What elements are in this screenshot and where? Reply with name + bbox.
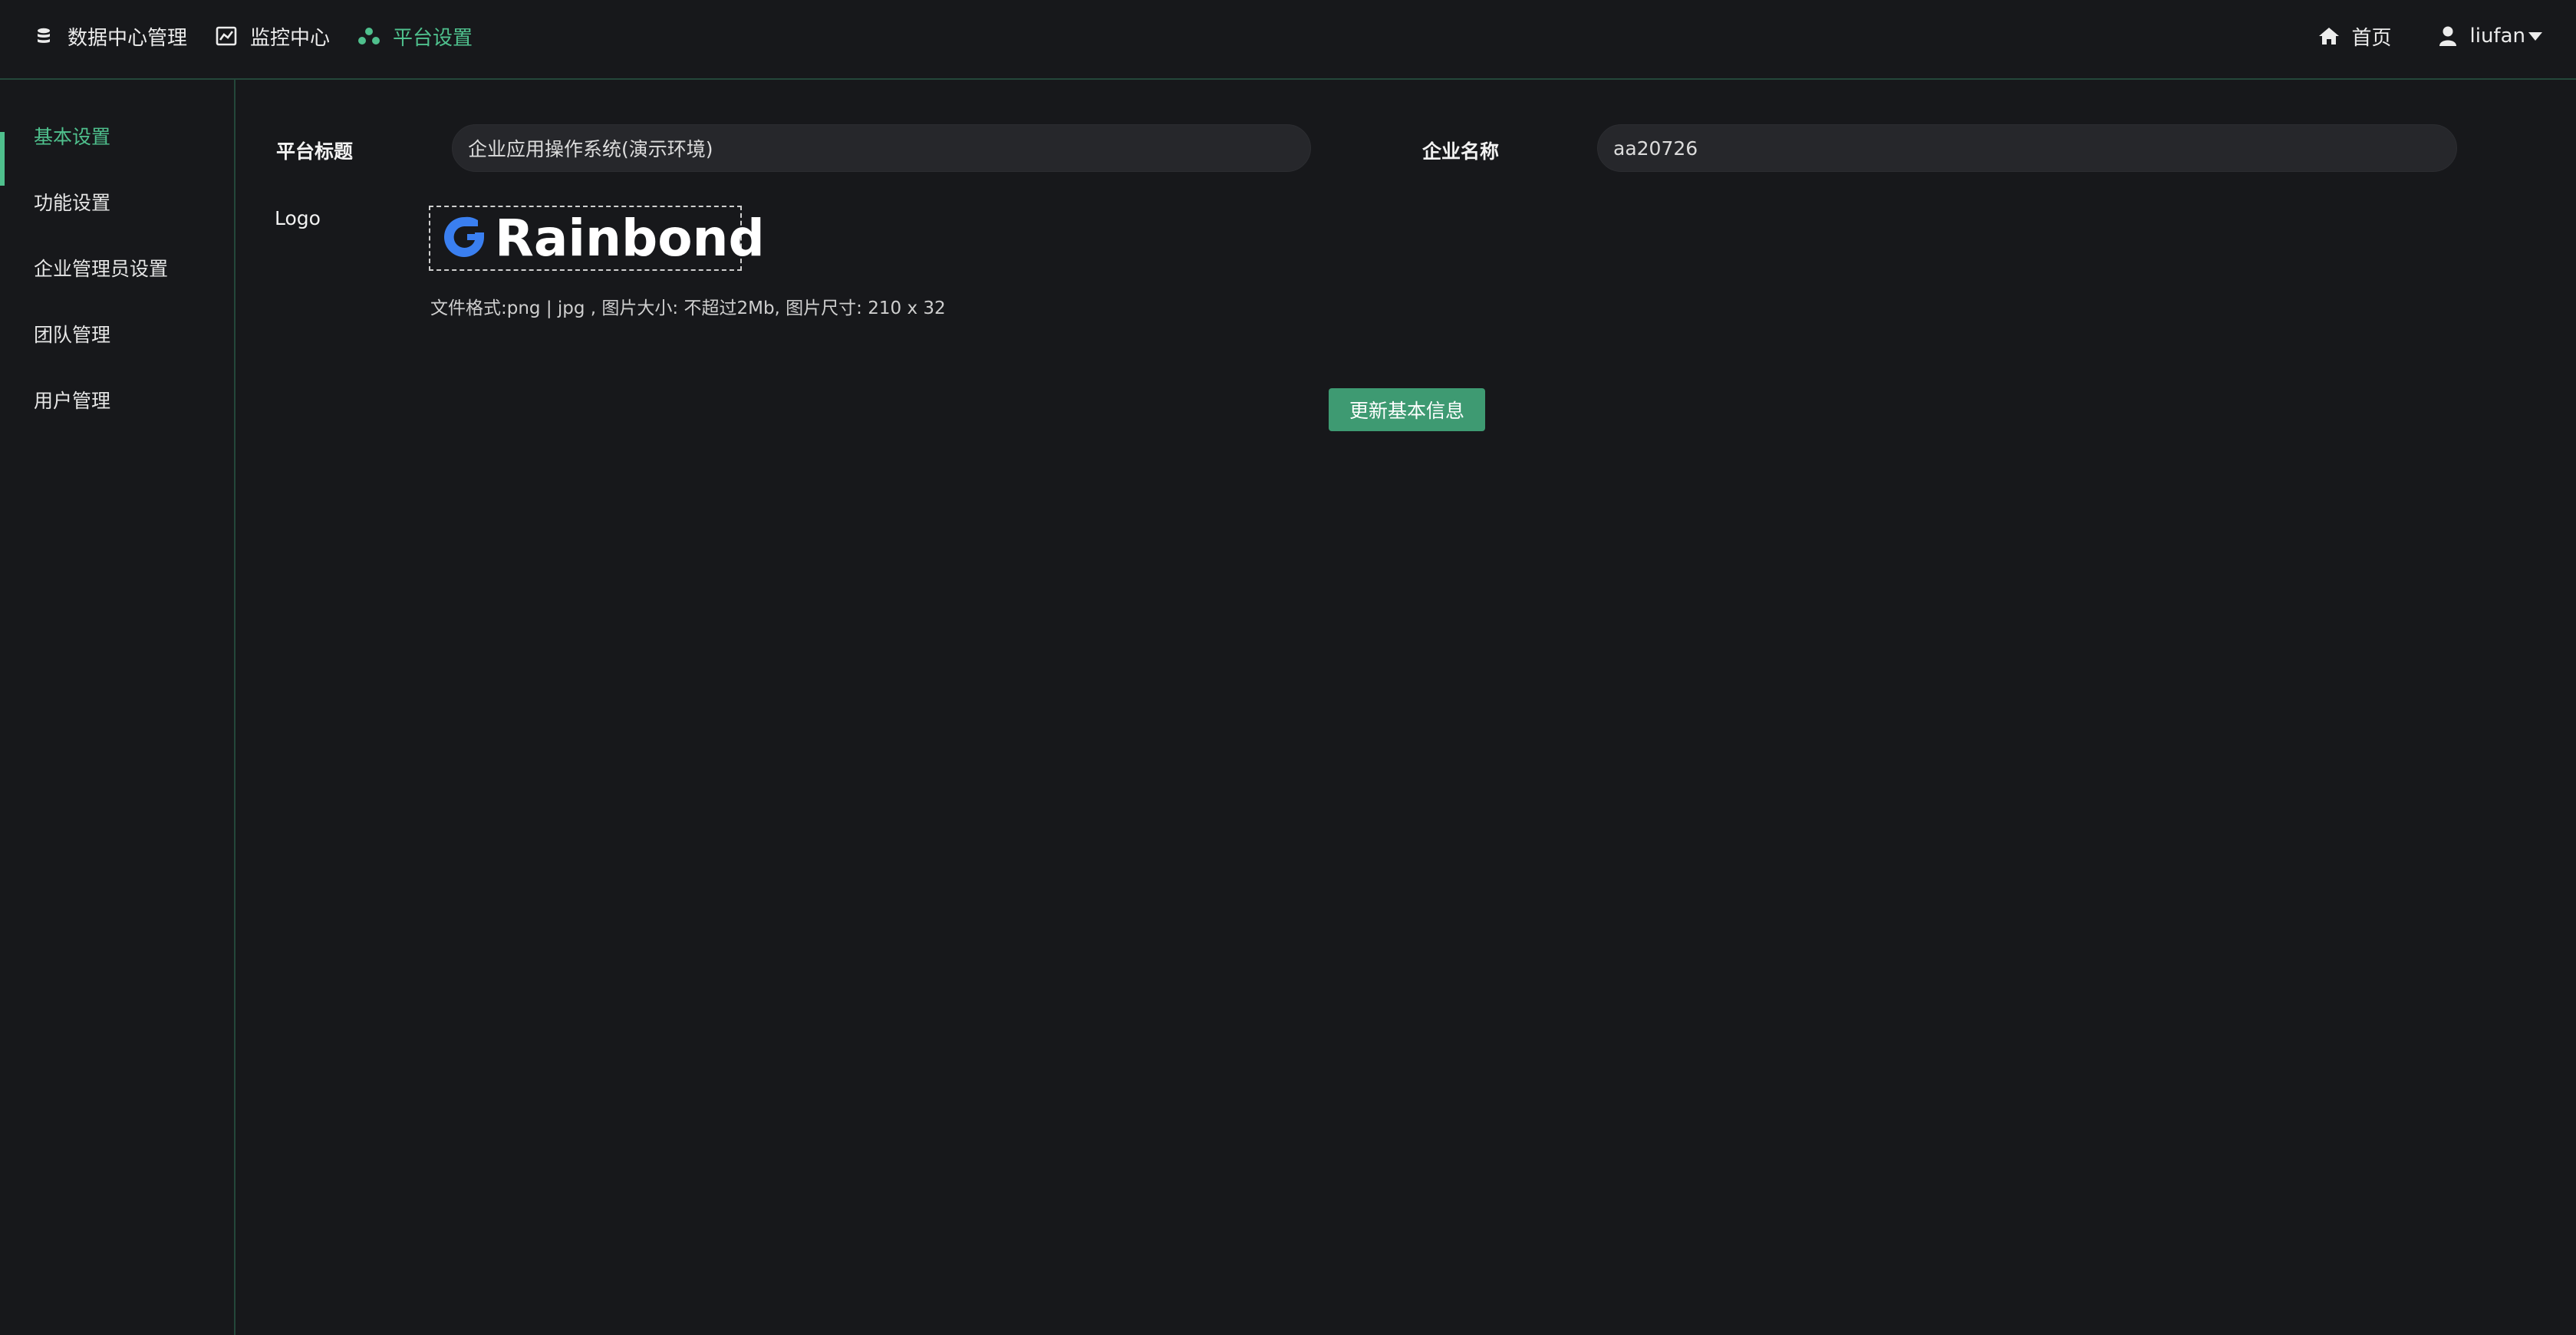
platform-title-input[interactable] bbox=[452, 124, 1311, 172]
sidebar-item-team-management[interactable]: 团队管理 bbox=[0, 301, 234, 367]
logo-wordmark: Rainbond bbox=[495, 208, 765, 268]
home-icon bbox=[2317, 25, 2340, 48]
nav-item-monitor[interactable]: 监控中心 bbox=[215, 0, 330, 72]
main-content: 平台标题 企业名称 Logo Rainbond 文件格式:png | jpg ,… bbox=[237, 81, 2576, 1335]
sidebar-item-label: 基本设置 bbox=[34, 126, 111, 148]
sidebar-item-user-management[interactable]: 用户管理 bbox=[0, 367, 234, 433]
caret-down-icon bbox=[2528, 31, 2542, 41]
sidebar-item-label: 团队管理 bbox=[34, 324, 111, 346]
logo-upload[interactable]: Rainbond bbox=[429, 206, 765, 271]
logo-label: Logo bbox=[275, 207, 321, 229]
nav-item-label: 平台设置 bbox=[393, 26, 473, 50]
cluster-icon bbox=[357, 25, 380, 48]
sidebar-item-basic-settings[interactable]: 基本设置 bbox=[0, 103, 234, 186]
database-icon bbox=[32, 25, 55, 48]
user-name: liufan bbox=[2469, 25, 2526, 48]
sidebar-item-label: 功能设置 bbox=[34, 192, 111, 214]
sidebar-item-label: 企业管理员设置 bbox=[34, 258, 169, 280]
nav-item-datacenter[interactable]: 数据中心管理 bbox=[32, 0, 187, 72]
nav-item-platform-settings[interactable]: 平台设置 bbox=[357, 0, 473, 72]
home-link[interactable]: 首页 bbox=[2317, 22, 2392, 51]
rainbond-logo-icon bbox=[441, 214, 487, 263]
logo-hint: 文件格式:png | jpg , 图片大小: 不超过2Mb, 图片尺寸: 210… bbox=[430, 298, 946, 318]
nav-item-label: 数据中心管理 bbox=[68, 26, 188, 50]
nav-item-label: 监控中心 bbox=[250, 26, 331, 50]
user-menu[interactable]: liufan bbox=[2436, 25, 2542, 48]
top-nav: 数据中心管理 监控中心 平台设置 bbox=[32, 0, 500, 72]
sidebar-item-admin-settings[interactable]: 企业管理员设置 bbox=[0, 235, 234, 301]
line-chart-icon bbox=[215, 25, 238, 48]
sidebar-item-feature-settings[interactable]: 功能设置 bbox=[0, 169, 234, 235]
company-name-input[interactable] bbox=[1597, 124, 2457, 172]
update-basic-info-button[interactable]: 更新基本信息 bbox=[1329, 388, 1485, 431]
company-name-label: 企业名称 bbox=[1422, 140, 1500, 163]
platform-title-label: 平台标题 bbox=[276, 140, 354, 163]
sidebar-menu: 基本设置 功能设置 企业管理员设置 团队管理 用户管理 bbox=[0, 103, 234, 433]
top-header: 数据中心管理 监控中心 平台设置 首页 liufan bbox=[0, 0, 2576, 80]
top-right-nav: 首页 liufan bbox=[2273, 0, 2542, 72]
sidebar: 基本设置 功能设置 企业管理员设置 团队管理 用户管理 bbox=[0, 80, 236, 1335]
user-icon bbox=[2436, 25, 2459, 48]
sidebar-item-label: 用户管理 bbox=[34, 390, 111, 412]
home-label: 首页 bbox=[2351, 26, 2392, 50]
